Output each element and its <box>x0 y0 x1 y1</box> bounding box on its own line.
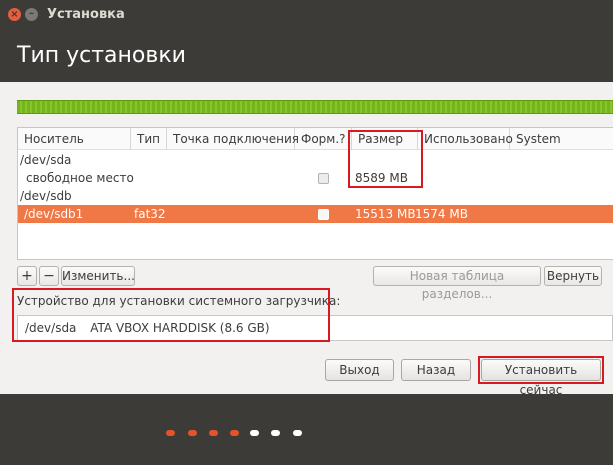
step-dot-pending <box>293 430 302 436</box>
main-panel: Носитель Тип Точка подключения Форм.? Ра… <box>0 82 613 397</box>
step-dot-done <box>230 430 239 436</box>
change-partition-button[interactable]: Изменить... <box>61 266 135 286</box>
step-dot-pending <box>271 430 280 436</box>
column-header-type[interactable]: Тип <box>131 128 167 150</box>
install-highlight-box <box>478 356 604 384</box>
column-header-mount[interactable]: Точка подключения <box>167 128 299 150</box>
format-checkbox[interactable] <box>318 209 329 220</box>
column-header-used[interactable]: Использовано <box>418 128 513 150</box>
quit-button[interactable]: Выход <box>325 359 394 381</box>
partition-table: Носитель Тип Точка подключения Форм.? Ра… <box>17 127 613 260</box>
device-cell: /dev/sda <box>20 153 72 167</box>
title-bar: × – Установка <box>0 0 613 30</box>
table-row[interactable]: /dev/sda <box>18 151 613 169</box>
step-dot-pending <box>250 430 259 436</box>
column-header-format[interactable]: Форм.? <box>295 128 352 150</box>
install-progress-bar <box>17 100 613 114</box>
new-partition-table-button[interactable]: Новая таблица разделов... <box>373 266 541 301</box>
column-header-device[interactable]: Носитель <box>18 128 131 150</box>
device-cell: /dev/sdb1 <box>24 207 84 221</box>
page-header: Тип установки <box>0 30 613 82</box>
window-title: Установка <box>47 7 125 22</box>
back-button[interactable]: Назад <box>401 359 471 381</box>
step-dot-done <box>188 430 197 436</box>
table-row[interactable]: свободное место 8589 MB <box>18 169 613 187</box>
format-checkbox[interactable] <box>318 173 329 184</box>
used-cell: 1574 MB <box>415 207 468 221</box>
step-dot-done <box>209 430 218 436</box>
type-cell: fat32 <box>134 207 166 221</box>
table-row-selected[interactable]: /dev/sdb1 fat32 15513 MB 1574 MB <box>18 205 613 223</box>
revert-button[interactable]: Вернуть <box>544 266 602 286</box>
add-partition-button[interactable]: + <box>17 266 37 286</box>
device-cell: /dev/sdb <box>20 189 72 203</box>
remove-partition-button[interactable]: − <box>39 266 59 286</box>
minimize-icon[interactable]: – <box>25 8 38 21</box>
table-header: Носитель Тип Точка подключения Форм.? Ра… <box>18 128 613 150</box>
size-cell: 15513 MB <box>355 207 416 221</box>
page-title: Тип установки <box>17 43 186 68</box>
bootloader-highlight-box <box>12 288 330 342</box>
column-header-system[interactable]: System <box>510 128 613 150</box>
step-indicator-bar <box>0 394 613 465</box>
step-dot-done <box>166 430 175 436</box>
close-icon[interactable]: × <box>8 8 21 21</box>
device-cell: свободное место <box>26 171 134 185</box>
table-row[interactable]: /dev/sdb <box>18 187 613 205</box>
size-highlight-box <box>348 130 423 188</box>
